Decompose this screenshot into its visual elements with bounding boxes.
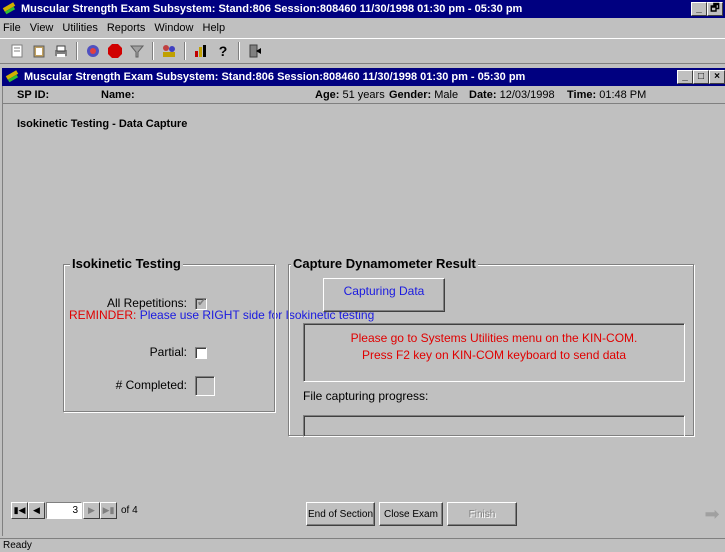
app-logo-icon <box>2 2 18 16</box>
help-icon[interactable]: ? <box>212 41 234 61</box>
page-count-label: of 4 <box>121 505 138 516</box>
exit-icon[interactable] <box>244 41 266 61</box>
child-window-title: Muscular Strength Exam Subsystem: Stand:… <box>24 71 526 83</box>
page-number-field[interactable]: 3 <box>46 502 82 519</box>
age-field: Age: 51 years <box>315 89 385 101</box>
completed-label: # Completed: <box>115 378 187 392</box>
notepad-icon[interactable] <box>6 41 28 61</box>
progress-label: File capturing progress: <box>303 389 429 403</box>
capture-dynamometer-title: Capture Dynamometer Result <box>291 256 478 271</box>
first-page-icon[interactable]: ▮◀ <box>11 502 28 519</box>
stop-icon[interactable] <box>104 41 126 61</box>
app-title: Muscular Strength Exam Subsystem: Stand:… <box>21 3 523 15</box>
child-window-title-bar: Muscular Strength Exam Subsystem: Stand:… <box>2 68 725 86</box>
menu-view[interactable]: View <box>30 22 54 34</box>
close-exam-button[interactable]: Close Exam <box>379 502 443 526</box>
toolbar-separator <box>238 42 240 60</box>
sp-id-label: SP ID: <box>17 89 50 101</box>
participant-header: SP ID: Name: Age: 51 years Gender: Male … <box>3 86 725 104</box>
menu-reports[interactable]: Reports <box>107 22 146 34</box>
minimize-button[interactable]: _ <box>691 2 707 16</box>
partial-label: Partial: <box>149 345 187 359</box>
child-minimize-button[interactable]: _ <box>677 70 693 84</box>
clipboard-icon[interactable] <box>28 41 50 61</box>
app-title-bar: Muscular Strength Exam Subsystem: Stand:… <box>0 0 725 18</box>
chart-icon[interactable] <box>190 41 212 61</box>
menu-bar: File View Utilities Reports Window Help <box>0 19 725 37</box>
toolbar-separator <box>184 42 186 60</box>
finish-button[interactable]: Finish <box>447 502 517 526</box>
capture-instructions: Please go to Systems Utilities menu on t… <box>303 323 685 382</box>
menu-utilities[interactable]: Utilities <box>62 22 97 34</box>
toolbar-separator <box>76 42 78 60</box>
completed-count-field[interactable] <box>195 376 215 396</box>
filter-icon[interactable] <box>126 41 148 61</box>
people-icon[interactable] <box>158 41 180 61</box>
next-section-arrow-icon[interactable]: ➡ <box>702 502 722 526</box>
last-page-icon[interactable]: ▶▮ <box>100 502 117 519</box>
menu-file[interactable]: File <box>3 22 21 34</box>
child-close-button[interactable]: × <box>709 70 725 84</box>
bottom-navigation-bar: ▮◀ ◀ 3 ▶ ▶▮ of 4 End of Section Close Ex… <box>3 494 725 536</box>
printer-icon[interactable] <box>50 41 72 61</box>
time-field: Time: 01:48 PM <box>567 89 647 101</box>
restore-button[interactable]: 🗗 <box>707 2 723 16</box>
menu-help[interactable]: Help <box>203 22 226 34</box>
section-title: Isokinetic Testing - Data Capture <box>17 118 188 130</box>
capturing-data-button[interactable]: Capturing Data <box>323 278 445 312</box>
toolbar-separator <box>152 42 154 60</box>
page-navigator: ▮◀ ◀ 3 ▶ ▶▮ of 4 <box>11 502 138 519</box>
instructions-line-1: Please go to Systems Utilities menu on t… <box>350 331 638 345</box>
exam-content: SP ID: Name: Age: 51 years Gender: Male … <box>2 86 725 536</box>
instructions-line-2: Press F2 key on KIN-COM keyboard to send… <box>361 348 627 362</box>
toolbar: ? <box>0 38 725 64</box>
previous-page-icon[interactable]: ◀ <box>28 502 45 519</box>
file-capture-progress-bar <box>303 415 685 437</box>
partial-checkbox[interactable] <box>195 347 207 359</box>
end-of-section-button[interactable]: End of Section <box>306 502 375 526</box>
isokinetic-testing-group: Isokinetic Testing All Repetitions: Part… <box>63 256 275 412</box>
next-page-icon[interactable]: ▶ <box>83 502 100 519</box>
isokinetic-testing-title: Isokinetic Testing <box>70 256 183 271</box>
child-maximize-button[interactable]: □ <box>693 70 709 84</box>
hand-icon[interactable] <box>82 41 104 61</box>
menu-window[interactable]: Window <box>154 22 193 34</box>
all-repetitions-label: All Repetitions: <box>106 296 187 310</box>
app-logo-icon <box>5 70 21 84</box>
date-field: Date: 12/03/1998 <box>469 89 555 101</box>
status-bar: Ready <box>0 538 725 552</box>
all-repetitions-checkbox[interactable] <box>195 296 207 310</box>
gender-field: Gender: Male <box>389 89 459 101</box>
name-label: Name: <box>101 89 135 101</box>
